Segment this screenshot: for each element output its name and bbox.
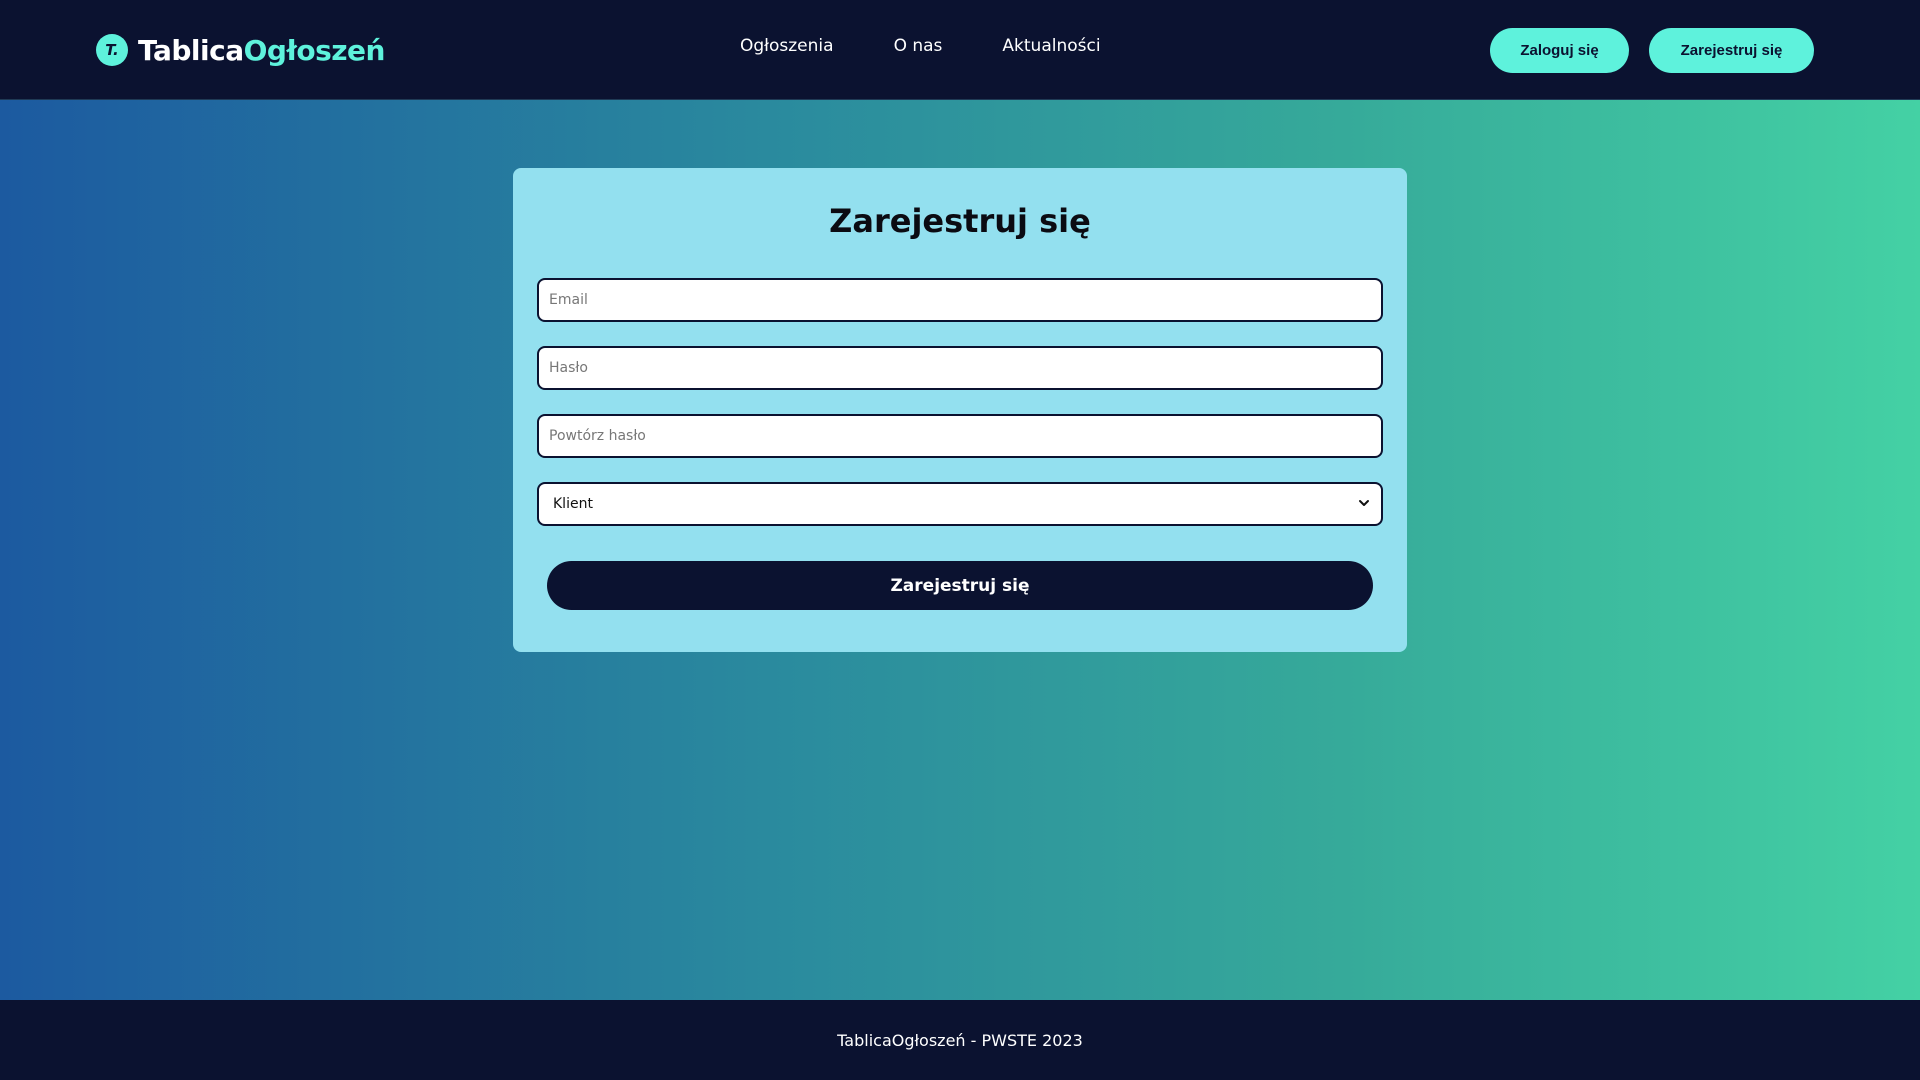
login-button[interactable]: Zaloguj się xyxy=(1490,28,1629,73)
register-form-card: Zarejestruj się Klient Zarejestruj się xyxy=(513,168,1407,652)
nav-link-aktualnosci[interactable]: Aktualności xyxy=(1002,36,1100,56)
email-input[interactable] xyxy=(537,278,1383,322)
logo-text: TablicaOgłoszeń xyxy=(138,34,385,67)
register-submit-button[interactable]: Zarejestruj się xyxy=(547,561,1373,610)
nav-link-o-nas[interactable]: O nas xyxy=(894,36,943,56)
repeat-password-input[interactable] xyxy=(537,414,1383,458)
site-footer: TablicaOgłoszeń - PWSTE 2023 xyxy=(0,1000,1920,1080)
main-nav: Ogłoszenia O nas Aktualności xyxy=(740,36,1161,56)
main-content: Zarejestruj się Klient Zarejestruj się xyxy=(0,100,1920,1000)
register-nav-button[interactable]: Zarejestruj się xyxy=(1649,28,1814,73)
logo-text-main: Tablica xyxy=(138,33,244,67)
logo-text-accent: Ogłoszeń xyxy=(243,33,386,67)
top-navbar: T. TablicaOgłoszeń Ogłoszenia O nas Aktu… xyxy=(0,0,1920,100)
password-input[interactable] xyxy=(537,346,1383,390)
account-type-select[interactable]: Klient xyxy=(537,482,1383,526)
nav-link-ogloszenia[interactable]: Ogłoszenia xyxy=(740,36,834,56)
account-type-selected-value: Klient xyxy=(553,496,593,512)
footer-text: TablicaOgłoszeń - PWSTE 2023 xyxy=(837,1030,1083,1050)
form-title: Zarejestruj się xyxy=(829,202,1091,240)
logo-badge-icon: T. xyxy=(96,34,128,66)
site-logo[interactable]: T. TablicaOgłoszeń xyxy=(96,30,385,70)
chevron-down-icon xyxy=(1359,500,1369,506)
